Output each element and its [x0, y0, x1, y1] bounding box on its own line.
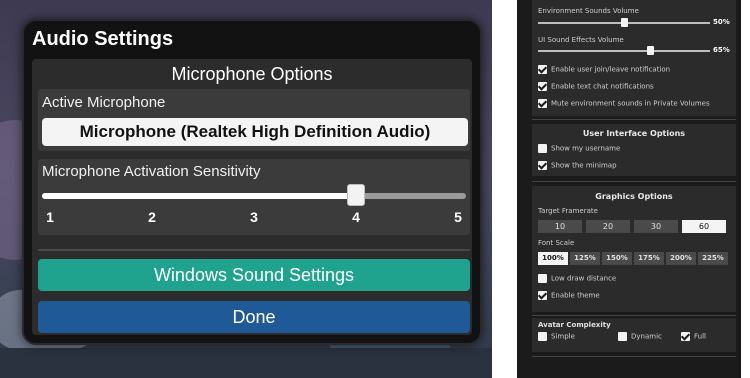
done-button[interactable]: Done	[38, 301, 470, 333]
avatar-option-simple[interactable]: Simple	[538, 332, 575, 341]
checkbox-icon[interactable]	[538, 82, 547, 91]
option-label: Enable text chat notifications	[551, 82, 654, 91]
microphone-options-heading: Microphone Options	[171, 64, 333, 84]
low-draw-distance-option[interactable]: Low draw distance	[538, 274, 616, 286]
text-chat-notification-option[interactable]: Enable text chat notifications	[538, 82, 654, 94]
sensitivity-tick: 4	[352, 209, 360, 225]
sensitivity-slider-fill	[42, 193, 356, 199]
option-label: Simple	[551, 332, 575, 341]
font-scale-option-100[interactable]: 100%	[538, 252, 568, 265]
framerate-option-20[interactable]: 20	[586, 220, 630, 233]
section-divider	[38, 249, 470, 251]
active-microphone-label: Active Microphone	[42, 94, 166, 111]
checkbox-icon[interactable]	[538, 144, 547, 153]
avatar-complexity-section: Avatar Complexity Simple Dynamic Full	[532, 318, 736, 352]
environment-volume-value: 50%	[713, 18, 730, 26]
checkbox-icon[interactable]	[538, 291, 547, 300]
active-microphone-dropdown[interactable]: Microphone (Realtek High Definition Audi…	[42, 118, 468, 146]
option-label: Low draw distance	[551, 274, 617, 283]
framerate-options: 10 20 30 60	[538, 220, 728, 233]
framerate-option-10[interactable]: 10	[538, 220, 582, 233]
font-scale-option-225[interactable]: 225%	[698, 252, 728, 265]
checkbox-icon[interactable]	[538, 65, 547, 74]
option-label: Show the minimap	[551, 161, 617, 170]
ui-options-section: User Interface Options Show my username …	[532, 124, 736, 176]
checkbox-icon[interactable]	[538, 99, 547, 108]
graphics-options-heading: Graphics Options	[595, 192, 673, 201]
avatar-option-dynamic[interactable]: Dynamic	[618, 332, 662, 341]
option-label: Enable user join/leave notification	[551, 65, 671, 74]
ui-volume-value: 65%	[713, 46, 730, 54]
sensitivity-tick: 2	[148, 209, 156, 225]
font-scale-label: Font Scale	[538, 239, 575, 247]
option-label: Enable theme	[551, 291, 600, 300]
scene-floor	[0, 348, 492, 378]
sensitivity-tick-labels: 1 2 3 4 5	[42, 209, 466, 227]
environment-volume-slider[interactable]	[538, 18, 710, 27]
dialog-title: Audio Settings	[32, 28, 174, 50]
settings-panel: Environment Sounds Volume 50% UI Sound E…	[517, 0, 741, 378]
avatar-option-full[interactable]: Full	[681, 332, 706, 341]
game-scene-background: Audio Settings Microphone Options Active…	[0, 0, 492, 378]
sensitivity-group: Microphone Activation Sensitivity 1 2 3 …	[38, 159, 470, 235]
audio-settings-dialog: Audio Settings Microphone Options Active…	[22, 19, 482, 345]
section-separator	[532, 119, 736, 120]
section-separator	[532, 181, 736, 182]
enable-theme-option[interactable]: Enable theme	[538, 291, 600, 303]
section-separator	[532, 356, 736, 357]
ui-volume-thumb[interactable]	[646, 46, 654, 55]
ui-options-heading: User Interface Options	[582, 129, 686, 138]
sensitivity-tick: 5	[454, 209, 462, 225]
framerate-option-60[interactable]: 60	[682, 220, 726, 233]
sensitivity-tick: 3	[250, 209, 258, 225]
ui-volume-label: UI Sound Effects Volume	[538, 36, 624, 44]
audio-volume-section: Environment Sounds Volume 50% UI Sound E…	[532, 0, 736, 116]
option-label: Full	[694, 332, 706, 341]
target-framerate-label: Target Framerate	[538, 207, 598, 215]
checkbox-icon[interactable]	[538, 161, 547, 170]
section-separator	[532, 315, 736, 316]
windows-sound-settings-button[interactable]: Windows Sound Settings	[38, 259, 470, 291]
graphics-options-section: Graphics Options Target Framerate 10 20 …	[532, 186, 736, 312]
option-label: Show my username	[551, 144, 621, 153]
show-username-option[interactable]: Show my username	[538, 144, 620, 156]
option-label: Dynamic	[631, 332, 662, 341]
avatar-complexity-heading: Avatar Complexity	[538, 321, 611, 329]
font-scale-option-150[interactable]: 150%	[602, 252, 632, 265]
environment-volume-thumb[interactable]	[621, 18, 628, 27]
ui-volume-slider[interactable]	[538, 46, 710, 55]
sensitivity-label: Microphone Activation Sensitivity	[42, 163, 261, 180]
checkbox-icon[interactable]	[618, 332, 627, 341]
sensitivity-tick: 1	[46, 209, 54, 225]
font-scale-options: 100% 125% 150% 175% 200% 225%	[538, 252, 734, 265]
show-minimap-option[interactable]: Show the minimap	[538, 161, 617, 173]
sensitivity-slider-track[interactable]	[42, 184, 466, 206]
microphone-options-panel: Microphone Options Active Microphone Mic…	[32, 59, 472, 335]
framerate-option-30[interactable]: 30	[634, 220, 678, 233]
option-label: Mute environment sounds in Private Volum…	[551, 99, 710, 108]
active-microphone-group: Active Microphone Microphone (Realtek Hi…	[38, 89, 470, 151]
environment-volume-label: Environment Sounds Volume	[538, 7, 639, 15]
mute-environment-option[interactable]: Mute environment sounds in Private Volum…	[538, 99, 710, 111]
checkbox-icon[interactable]	[681, 332, 690, 341]
checkbox-icon[interactable]	[538, 332, 547, 341]
font-scale-option-125[interactable]: 125%	[570, 252, 600, 265]
sensitivity-slider-thumb[interactable]	[347, 184, 365, 206]
checkbox-icon[interactable]	[538, 274, 547, 283]
join-leave-notification-option[interactable]: Enable user join/leave notification	[538, 65, 670, 77]
font-scale-option-175[interactable]: 175%	[634, 252, 664, 265]
font-scale-option-200[interactable]: 200%	[666, 252, 696, 265]
